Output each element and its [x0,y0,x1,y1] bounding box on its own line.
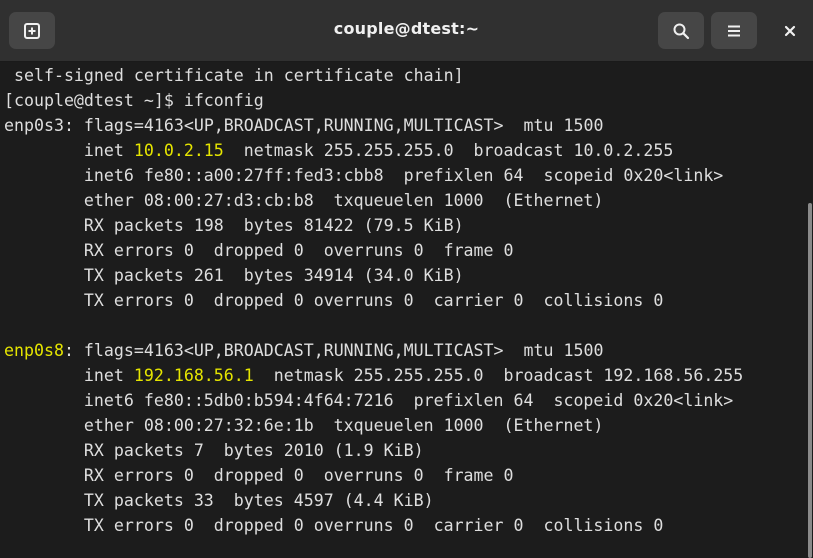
terminal-line: ether 08:00:27:d3:cb:b8 txqueuelen 1000 … [4,191,604,210]
terminal-line: enp0s8: flags=4163<UP,BROADCAST,RUNNING,… [4,341,604,360]
terminal-line: [couple@dtest ~]$ ifconfig [4,91,264,110]
terminal-line: inet 10.0.2.15 netmask 255.255.255.0 bro… [4,141,674,160]
menu-button[interactable] [711,12,757,49]
scrollbar[interactable] [806,63,813,558]
title-bar: couple@dtest:~ [0,0,813,62]
terminal-line: inet6 fe80::a00:27ff:fed3:cbb8 prefixlen… [4,166,724,185]
ip-address-highlight: 192.168.56.1 [133,366,254,385]
terminal-output[interactable]: self-signed certificate in certificate c… [0,63,806,558]
search-button[interactable] [658,12,704,49]
terminal-line: RX errors 0 dropped 0 overruns 0 frame 0 [4,241,514,260]
terminal-line: TX packets 261 bytes 34914 (34.0 KiB) [4,266,464,285]
terminal-line: inet 192.168.56.1 netmask 255.255.255.0 … [4,366,744,385]
terminal-line: self-signed certificate in certificate c… [4,66,464,85]
terminal-line: TX errors 0 dropped 0 overruns 0 carrier… [4,291,664,310]
terminal-line: enp0s3: flags=4163<UP,BROADCAST,RUNNING,… [4,116,604,135]
hamburger-menu-icon [728,25,740,36]
close-button[interactable] [770,12,810,49]
terminal-line: RX packets 7 bytes 2010 (1.9 KiB) [4,441,424,460]
scrollbar-thumb[interactable] [808,203,812,558]
terminal-line: RX packets 198 bytes 81422 (79.5 KiB) [4,216,464,235]
terminal-line: TX packets 33 bytes 4597 (4.4 KiB) [4,491,434,510]
terminal-window: couple@dtest:~ self-signed certificate i… [0,0,813,558]
interface-name-highlight: enp0s8 [4,341,64,360]
terminal-line: TX errors 0 dropped 0 overruns 0 carrier… [4,516,664,535]
terminal-line: RX errors 0 dropped 0 overruns 0 frame 0 [4,466,514,485]
terminal-line: ether 08:00:27:32:6e:1b txqueuelen 1000 … [4,416,604,435]
search-icon [673,23,690,39]
close-icon [784,25,796,36]
ip-address-highlight: 10.0.2.15 [133,141,224,160]
terminal-line: inet6 fe80::5db0:b594:4f64:7216 prefixle… [4,391,734,410]
